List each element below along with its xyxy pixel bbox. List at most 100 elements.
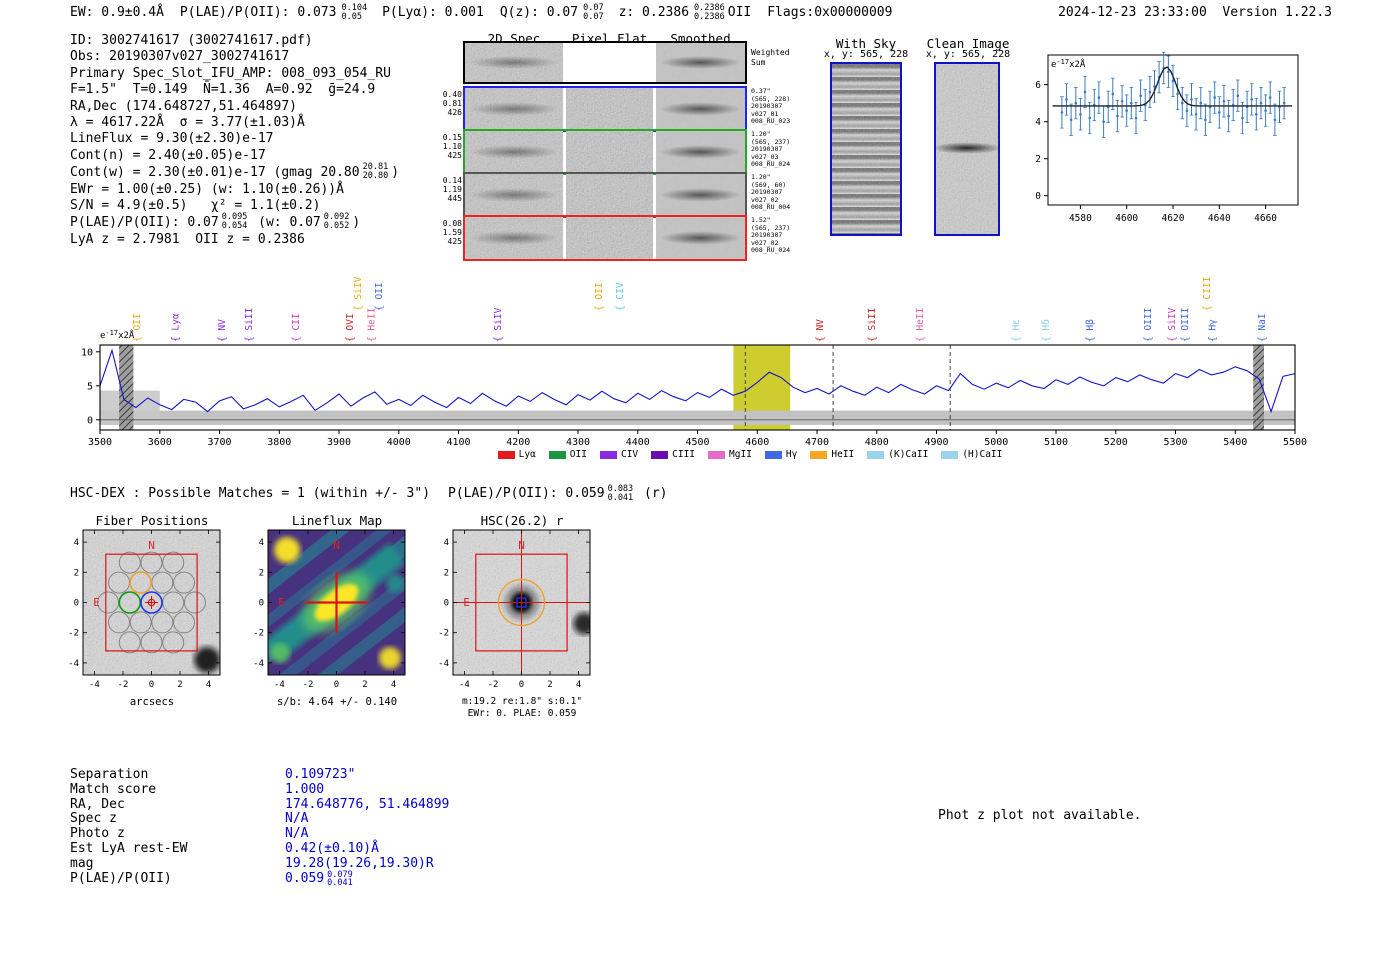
svg-text:-4: -4 (89, 680, 100, 690)
lineflux: LineFlux = 9.30(±2.30)e-17 (70, 131, 274, 147)
full-spectrum-plot: 3500 3600 3700 3800 3900 4000 4100 4200 4300 4400… (60, 258, 1350, 462)
z-value: z: 0.2386 (618, 5, 690, 21)
svg-text:4580: 4580 (1069, 213, 1092, 224)
svg-text:E: E (93, 596, 100, 609)
hsc-plae-label: P(LAE)/P(OII): 0.059 (448, 486, 605, 502)
hsc-dex-line: HSC-DEX : Possible Matches = 1 (within +… (70, 484, 667, 503)
hsc-matches-text: HSC-DEX : Possible Matches = 1 (within +… (70, 486, 431, 502)
legend-swatch (764, 450, 782, 459)
legend-label: MgII (729, 449, 752, 460)
with-sky-image (830, 62, 902, 236)
photz-note: Phot z plot not available. (938, 808, 1142, 823)
svg-text:4200: 4200 (506, 437, 530, 448)
svg-text:{ SiII: { SiII (867, 308, 878, 342)
legend-label: CIV (620, 449, 639, 460)
svg-text:0: 0 (74, 599, 79, 609)
svg-text:{ CIV: { CIV (615, 282, 626, 311)
svg-text:{ Lyα: { Lyα (170, 313, 181, 342)
svg-text:4: 4 (74, 538, 79, 548)
svg-text:5500: 5500 (1283, 437, 1307, 448)
svg-text:5200: 5200 (1104, 437, 1128, 448)
svg-text:4640: 4640 (1208, 213, 1231, 224)
svg-text:4400: 4400 (626, 437, 650, 448)
legend-swatch (810, 450, 828, 459)
cont-n: Cont(n) = 2.40(±0.05)e-17 (70, 147, 266, 163)
legend-label: OII (569, 449, 587, 460)
svg-text:6: 6 (1035, 80, 1041, 91)
svg-text:E: E (278, 596, 285, 609)
table-row: RA, Dec 174.648776, 51.464899 (70, 796, 450, 812)
table-row: Match score 1.000 (70, 781, 325, 797)
legend-label: Lyα (518, 449, 536, 460)
line-fit-zoom-plot: 4580 4600 4620 4640 4660 0 2 4 6 e-17x2Å (1035, 40, 1340, 235)
wavelength-sigma: λ = 4617.22Å σ = 3.77(±1.03)Å (70, 115, 305, 131)
svg-text:0: 0 (519, 680, 524, 690)
ra-dec: RA,Dec (174.648727,51.464897) (70, 98, 297, 114)
legend-label: (K)CaII (888, 449, 929, 460)
spec2d-row-border (463, 172, 747, 218)
svg-text:-4: -4 (438, 659, 449, 669)
svg-text:{ OVI: { OVI (345, 313, 356, 342)
svg-text:4600: 4600 (745, 437, 769, 448)
table-row: P(LAE)/P(OII) 0.059 0.079 0.041 (70, 869, 353, 889)
svg-text:e-17x2Å: e-17x2Å (100, 329, 135, 341)
svg-text:0: 0 (87, 415, 93, 426)
svg-text:{ SiII: { SiII (244, 308, 255, 342)
svg-text:4620: 4620 (1162, 213, 1185, 224)
svg-text:2: 2 (547, 680, 552, 690)
qz-value: Q(z): 0.07 (499, 5, 579, 21)
svg-text:e-17x2Å: e-17x2Å (1051, 58, 1086, 70)
svg-text:2: 2 (1035, 154, 1041, 165)
svg-text:{ CII: { CII (291, 313, 302, 342)
hsc-plae-range: 0.083 0.041 (607, 484, 634, 503)
ew-value: EW: 0.9±0.4Å (70, 5, 164, 21)
svg-text:{ CIII: { CIII (1202, 277, 1213, 311)
svg-text:{ OII: { OII (594, 282, 605, 311)
table-row: Spec z N/A (70, 811, 309, 827)
legend-item: CIII (651, 449, 695, 460)
seeing-line: F=1.5" T=0.149 N̄=1.36 A=0.92 ḡ=24.9 (70, 82, 376, 98)
svg-text:{ SiIV: { SiIV (353, 276, 364, 311)
svg-text:4: 4 (259, 538, 264, 548)
svg-text:-2: -2 (118, 680, 129, 690)
svg-text:{ Hδ: { Hδ (1041, 319, 1052, 342)
svg-text:-4: -4 (274, 680, 285, 690)
svg-text:5000: 5000 (984, 437, 1008, 448)
svg-text:{ HeII: { HeII (366, 308, 377, 342)
legend-item: OII (548, 449, 587, 460)
spec2d-row-border (463, 41, 747, 84)
svg-text:2: 2 (362, 680, 367, 690)
svg-text:5400: 5400 (1223, 437, 1247, 448)
svg-text:{ NV: { NV (815, 319, 826, 342)
svg-text:10: 10 (81, 347, 93, 358)
svg-text:3700: 3700 (207, 437, 231, 448)
primary-slot: Primary Spec_Slot_IFU_AMP: 008_093_054_R… (70, 65, 391, 81)
spec2d-row-border (463, 86, 747, 132)
with-sky-coords: x, y: 565, 228 (823, 49, 909, 60)
svg-text:{ SiIV: { SiIV (493, 307, 504, 342)
svg-text:4: 4 (444, 538, 449, 548)
lineflux-caption: s/b: 4.64 +/- 0.140 (276, 696, 398, 708)
table-row: Photo z N/A (70, 826, 309, 842)
svg-text:{ OII: { OII (374, 282, 385, 311)
svg-text:{ SiIV: { SiIV (1167, 307, 1178, 342)
legend-item: (H)CaII (941, 449, 1002, 460)
flags-value: Flags:0x00000009 (767, 5, 893, 21)
legend-item: Lyα (497, 449, 536, 460)
svg-text:3800: 3800 (267, 437, 291, 448)
svg-text:4300: 4300 (566, 437, 590, 448)
spec2d-row-border (463, 215, 747, 261)
cont-w: Cont(w) = 2.30(±0.01)e-17 (gmag 20.80 20.… (70, 162, 400, 181)
hsc-image-panel: N E -4 -4 -2 -2 0 0 2 2 4 4 (425, 528, 597, 698)
svg-text:4: 4 (391, 680, 396, 690)
legend-label: HeII (831, 449, 855, 460)
svg-text:-2: -2 (303, 680, 314, 690)
plya-value: P(Lyα): 0.001 (382, 5, 484, 21)
svg-text:{ OIII: { OIII (1143, 308, 1154, 342)
svg-text:4660: 4660 (1254, 213, 1277, 224)
svg-text:E: E (463, 596, 470, 609)
fiber-xlabel: arcsecs (129, 696, 175, 708)
table-plae-range: 0.079 0.041 (327, 869, 353, 889)
svg-text:-4: -4 (68, 659, 79, 669)
obs-id: Obs: 20190307v027_3002741617 (70, 49, 290, 65)
